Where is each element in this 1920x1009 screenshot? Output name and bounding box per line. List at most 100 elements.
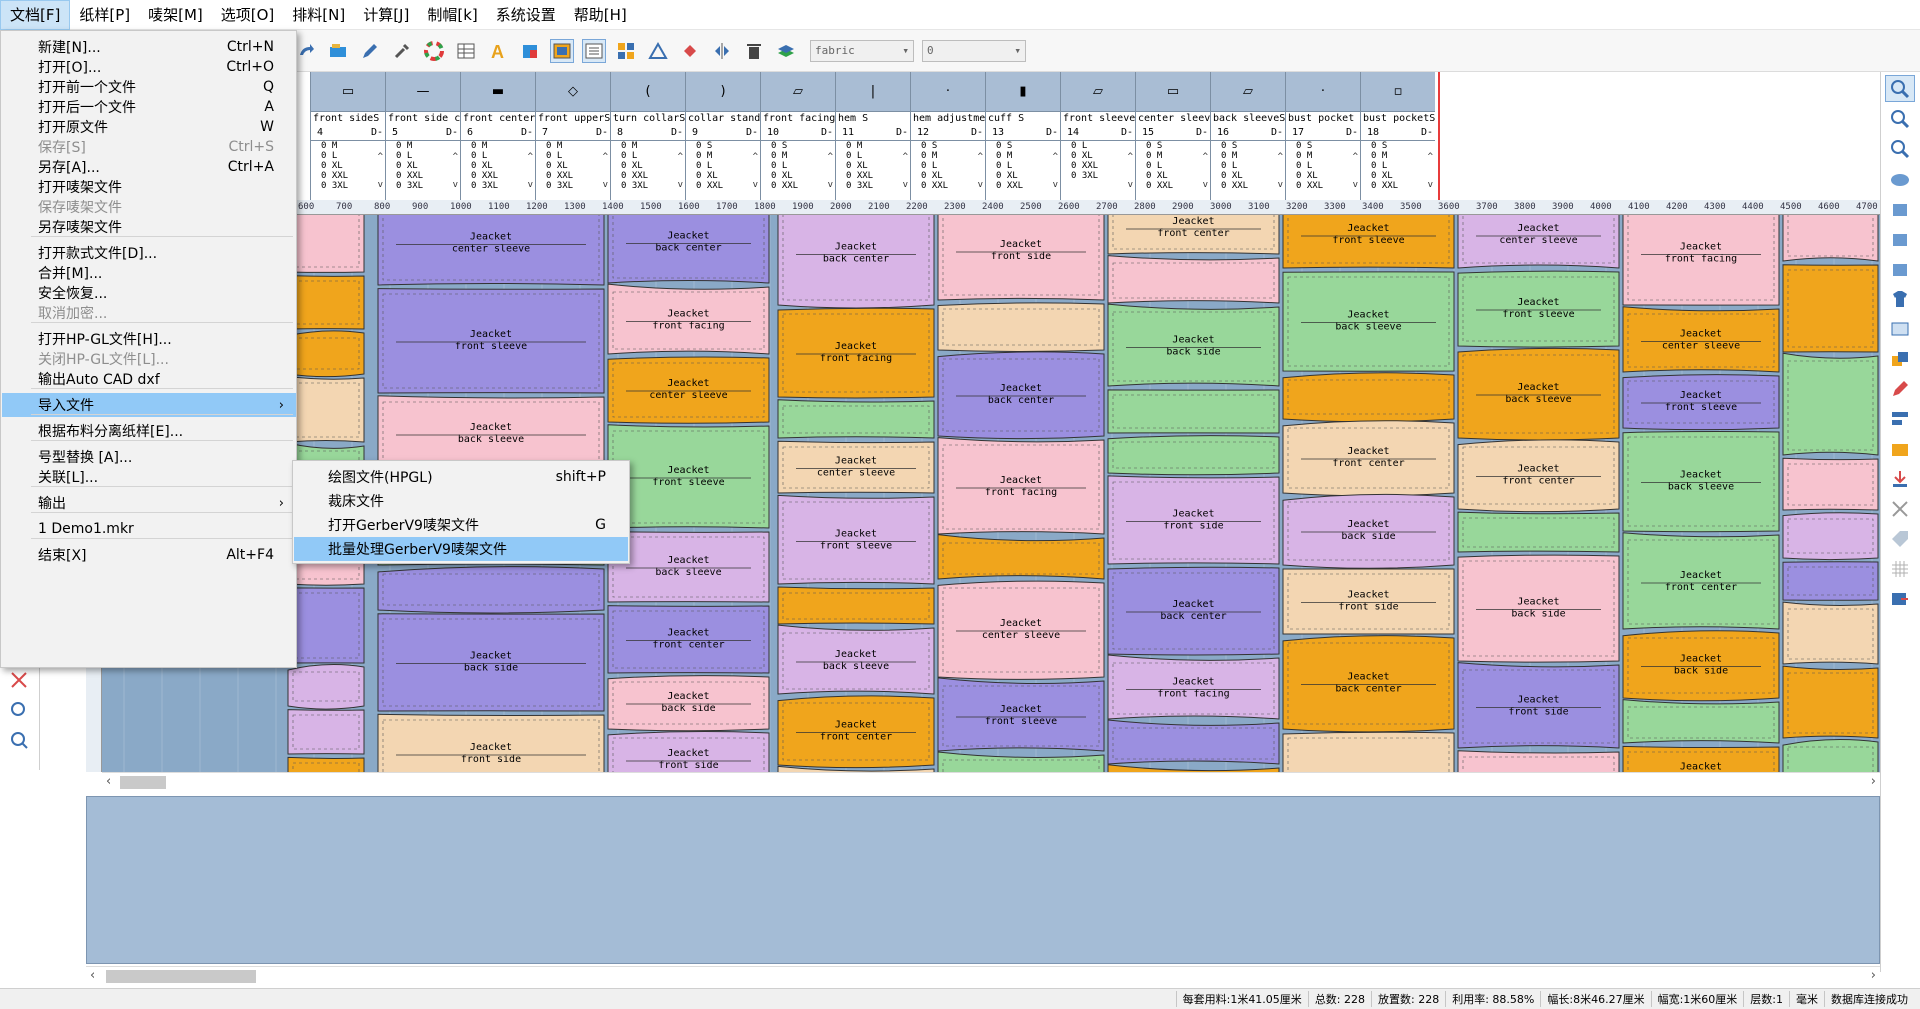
piece-size-list[interactable]: 0 S0 M0 L0 XL 0 XXL ^ v	[1286, 140, 1360, 200]
piece-size-list[interactable]: 0 S0 M0 L0 XL 0 XXL ^ v	[1211, 140, 1285, 200]
size-entry[interactable]: 0 XL	[771, 171, 835, 181]
marker-piece[interactable]	[777, 399, 935, 439]
size-entry[interactable]: 0 S	[1221, 141, 1285, 151]
size-entry[interactable]: 0 M	[321, 141, 385, 151]
zoom-select-icon[interactable]	[1885, 75, 1915, 102]
size-entry[interactable]: 0 3XL	[471, 181, 535, 191]
menu-6[interactable]: 制帽[k]	[418, 0, 486, 30]
size-entry[interactable]: 0 L	[1296, 161, 1360, 171]
size-entry[interactable]: 0 XL	[996, 171, 1060, 181]
menu-5[interactable]: 计算[J]	[354, 0, 418, 30]
panel-scrollbar[interactable]: ‹ ›	[86, 966, 1880, 984]
size-entry[interactable]: 0 3XL	[546, 181, 610, 191]
marker-piece[interactable]	[1107, 435, 1280, 476]
menu-0[interactable]: 文档[F]	[0, 0, 71, 30]
marker-piece[interactable]: Jeacketback sleeve	[1622, 430, 1780, 533]
size-entry[interactable]: 0 XL	[1146, 171, 1210, 181]
size-entry[interactable]: 0 3XL	[396, 181, 460, 191]
panel-scroll-left-arrow[interactable]: ‹	[90, 967, 95, 985]
piece-column[interactable]: · hem adjustme 12 D- 0 S0 M0 L0 XL 0 XXL ^ v	[910, 72, 985, 200]
size-entry[interactable]: 0 L	[771, 161, 835, 171]
pieces-stack-icon[interactable]	[1885, 195, 1915, 222]
size-scroll-icon[interactable]: ^ v	[753, 143, 758, 199]
size-entry[interactable]: 0 M	[1146, 151, 1210, 161]
piece-column[interactable]: — front side c 5 D- 0 M0 L0 XL 0 XXL 0 3XL ^ v	[385, 72, 460, 200]
marker-piece[interactable]	[1107, 389, 1280, 434]
size-entry[interactable]: 0 XL	[321, 161, 385, 171]
pieces-stack-2-icon[interactable]	[1885, 225, 1915, 252]
marker-piece[interactable]: Jeacketback sleeve	[937, 751, 1105, 772]
redo-icon[interactable]	[294, 39, 318, 63]
marker-piece[interactable]: Jeacketfront center	[1622, 532, 1780, 630]
number-select[interactable]: 0 ▾	[922, 39, 1026, 62]
scroll-left-arrow[interactable]: ‹	[106, 773, 111, 791]
piece-thumbnail-icon[interactable]: ▮	[986, 72, 1060, 112]
size-scroll-icon[interactable]: ^ v	[678, 143, 683, 199]
unplaced-pieces-panel[interactable]	[86, 796, 1880, 964]
piece-size-list[interactable]: 0 L0 XL 0 XXL 0 3XL ^ v	[1061, 140, 1135, 200]
tag-icon[interactable]	[1885, 525, 1915, 552]
size-entry[interactable]: 0 S	[1146, 141, 1210, 151]
marker-piece[interactable]: Jeacketfront facing	[777, 307, 935, 399]
size-entry[interactable]: 0 L	[396, 151, 460, 161]
marker-piece[interactable]: Jeacketfront center	[1457, 439, 1620, 513]
size-entry[interactable]: 0 XL	[546, 161, 610, 171]
marker-piece[interactable]: Jeacketfront side	[1107, 475, 1280, 565]
open-piece-icon[interactable]	[326, 39, 350, 63]
size-entry[interactable]: 0 XXL	[1146, 181, 1210, 191]
size-entry[interactable]: 0 M	[471, 141, 535, 151]
marker-piece[interactable]: Jeacketfront side	[1282, 568, 1455, 635]
color-wheel-icon[interactable]	[422, 39, 446, 63]
marker-piece[interactable]	[1782, 457, 1879, 511]
marker-piece[interactable]	[287, 275, 365, 330]
size-entry[interactable]: 0 M	[1371, 151, 1435, 161]
size-entry[interactable]: 0 3XL	[846, 181, 910, 191]
piece-size-list[interactable]: 0 M0 L0 XL 0 XXL 0 3XL ^ v	[461, 140, 535, 200]
size-entry[interactable]: 0 M	[921, 151, 985, 161]
piece-thumbnail-icon[interactable]: |	[836, 72, 910, 112]
piece-thumbnail-icon[interactable]: )	[686, 72, 760, 112]
menu-4[interactable]: 排料[N]	[283, 0, 354, 30]
marker-piece[interactable]: Jeacketback side	[1622, 630, 1780, 702]
marker-piece[interactable]: Jeacketfront facing	[607, 283, 770, 355]
fabric-color-icon[interactable]	[518, 39, 542, 63]
size-entry[interactable]: 0 XXL	[621, 171, 685, 181]
size-entry[interactable]: 0 XXL	[1371, 181, 1435, 191]
piece-size-list[interactable]: 0 M0 L0 XL 0 XXL 0 3XL ^ v	[311, 140, 385, 200]
marker-piece[interactable]: Jeacketback center	[1282, 635, 1455, 733]
flip-icon[interactable]	[710, 39, 734, 63]
piece-size-list[interactable]: 0 S0 M0 L0 XL 0 XXL ^ v	[911, 140, 985, 200]
marker-piece[interactable]	[287, 587, 365, 664]
marker-piece[interactable]: Jeacketfront side	[1457, 662, 1620, 749]
size-entry[interactable]: 0 L	[921, 161, 985, 171]
marker-piece[interactable]	[937, 534, 1105, 580]
piece-thumbnail-icon[interactable]: —	[386, 72, 460, 112]
size-entry[interactable]: 0 XXL	[1221, 181, 1285, 191]
size-entry[interactable]: 0 3XL	[321, 181, 385, 191]
zoom-out-icon[interactable]	[1885, 135, 1915, 162]
piece-thumbnail-icon[interactable]: ▭	[311, 72, 385, 112]
marker-piece[interactable]: Jeacketcenter sleeve	[777, 440, 935, 494]
size-entry[interactable]: 0 S	[996, 141, 1060, 151]
size-entry[interactable]: 0 L	[471, 151, 535, 161]
piece-thumbnail-icon[interactable]: ◇	[536, 72, 610, 112]
fabric-select[interactable]: fabric ▾	[810, 39, 914, 62]
marker-piece[interactable]	[1782, 352, 1879, 456]
marker-piece[interactable]	[287, 375, 365, 443]
size-entry[interactable]: 0 L	[1146, 161, 1210, 171]
size-entry[interactable]: 0 XL	[1371, 171, 1435, 181]
marker-piece[interactable]: Jeacketfront sleeve	[937, 677, 1105, 752]
measure-icon[interactable]	[646, 39, 670, 63]
size-entry[interactable]: 0 L	[546, 151, 610, 161]
size-scroll-icon[interactable]: ^ v	[1128, 143, 1133, 199]
marker-piece[interactable]	[287, 330, 365, 378]
grid-icon[interactable]	[1885, 555, 1915, 582]
marker-piece[interactable]	[287, 709, 365, 755]
size-scroll-icon[interactable]: ^ v	[828, 143, 833, 199]
rectangle-icon[interactable]	[1885, 315, 1915, 342]
size-entry[interactable]: 0 XL	[471, 161, 535, 171]
size-entry[interactable]: 0 M	[621, 141, 685, 151]
size-scroll-icon[interactable]: ^ v	[1203, 143, 1208, 199]
marker-piece[interactable]: Jeacketfront side	[937, 200, 1105, 301]
zoom-fit-icon[interactable]	[4, 726, 34, 753]
